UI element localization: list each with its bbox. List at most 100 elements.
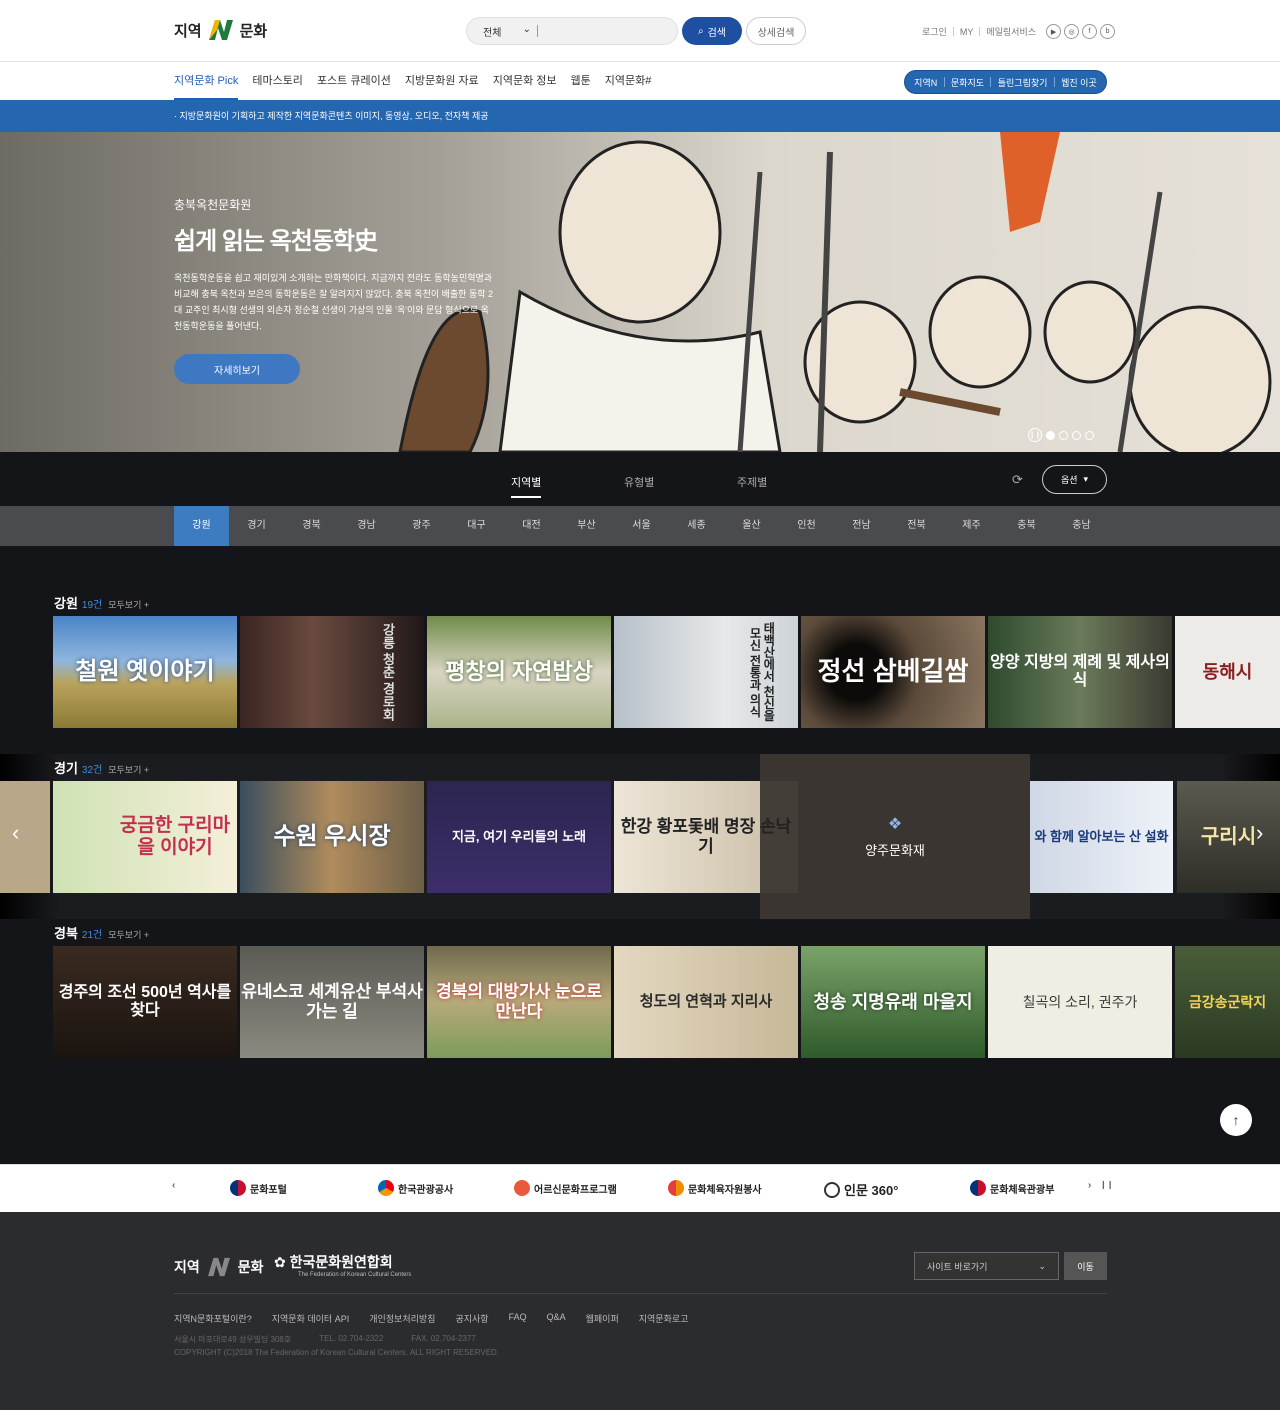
footer-link[interactable]: Q&A (547, 1312, 566, 1325)
content-card[interactable]: 경북의 대방가사 눈으로 만난다 (427, 946, 611, 1058)
content-card[interactable]: 청도의 연혁과 지리사 (614, 946, 798, 1058)
search-scope-select[interactable]: 전체 ⌄ (483, 24, 531, 39)
blog-icon[interactable]: b (1100, 24, 1116, 39)
region-gyeongbuk[interactable]: 경북 (284, 506, 339, 546)
region-jeonbuk[interactable]: 전북 (889, 506, 944, 546)
footer-link[interactable]: 지역N문화포털이란? (174, 1312, 252, 1325)
nav-item-webtoon[interactable]: 웹툰 (571, 62, 591, 100)
hero-detail-button[interactable]: 자세히보기 (174, 354, 300, 384)
option-button[interactable]: 옵션 ▾ (1042, 465, 1107, 494)
region-chungbuk[interactable]: 충북 (999, 506, 1054, 546)
tab-type[interactable]: 유형별 (624, 474, 654, 490)
footer-link[interactable]: 웹페이퍼 (586, 1312, 619, 1325)
advanced-search-button[interactable]: 상세검색 (746, 17, 806, 45)
hero-dot[interactable] (1072, 430, 1081, 440)
mailing-link[interactable]: 메일링서비스 (986, 25, 1036, 38)
partner-link[interactable]: 문화체육관광부 (970, 1180, 1054, 1196)
footer-link[interactable]: 지역문화 데이터 API (272, 1312, 349, 1325)
scroll-top-button[interactable]: ↑ (1220, 1104, 1252, 1136)
quick-link-region-n[interactable]: 지역N (914, 76, 937, 89)
content-card[interactable]: 정선 삼베길쌈 (801, 616, 985, 728)
footer-link[interactable]: 개인정보처리방침 (369, 1312, 435, 1325)
content-card[interactable]: 강릉 청춘 경로회 (240, 616, 424, 728)
footer-link[interactable]: 지역문화로고 (639, 1312, 689, 1325)
content-card[interactable]: 유네스코 세계유산 부석사 가는 길 (240, 946, 424, 1058)
partner-link[interactable]: 한국관광공사 (378, 1180, 453, 1196)
footer-link[interactable]: FAQ (509, 1312, 527, 1325)
region-jeju[interactable]: 제주 (944, 506, 999, 546)
site-go-button[interactable]: 이동 (1064, 1252, 1107, 1280)
region-chungnam[interactable]: 충남 (1054, 506, 1109, 546)
nav-item-hashtag[interactable]: 지역문화# (605, 62, 652, 100)
chevron-right-icon[interactable]: › (1256, 820, 1263, 846)
refresh-icon[interactable]: ⟳ (1012, 472, 1023, 488)
quick-link-webzine[interactable]: 웹진 이곳 (1061, 76, 1097, 89)
content-card[interactable]: 태백산에서 천신을 모신 전통과 의식 (614, 616, 798, 728)
partner-link[interactable]: 어르신문화프로그램 (514, 1180, 617, 1196)
youtube-icon[interactable]: ▶ (1046, 24, 1062, 39)
site-logo[interactable]: 지역 문화 (174, 18, 267, 42)
content-card-hover[interactable]: ❖ 양주문화재 (760, 754, 1030, 919)
region-daejeon[interactable]: 대전 (504, 506, 559, 546)
tab-region[interactable]: 지역별 (511, 474, 542, 498)
pause-icon[interactable]: ❙❙ (1100, 1180, 1113, 1189)
nav-item-culture-center-data[interactable]: 지방문화원 자료 (405, 62, 479, 100)
content-card[interactable]: 궁금한 구리마을 이야기 (53, 781, 237, 893)
region-gyeongnam[interactable]: 경남 (339, 506, 394, 546)
hero-dot[interactable] (1046, 430, 1055, 440)
region-gangwon[interactable]: 강원 (174, 506, 229, 546)
region-incheon[interactable]: 인천 (779, 506, 834, 546)
region-sejong[interactable]: 세종 (669, 506, 724, 546)
my-link[interactable]: MY (960, 27, 974, 37)
nav-item-theme-story[interactable]: 테마스토리 (252, 62, 303, 100)
chevron-left-icon[interactable]: ‹ (172, 1180, 175, 1191)
content-card[interactable]: 칠곡의 소리, 권주가 (988, 946, 1172, 1058)
content-card[interactable]: 경주의 조선 500년 역사를 찾다 (53, 946, 237, 1058)
facebook-icon[interactable]: f (1082, 24, 1098, 39)
region-jeonnam[interactable]: 전남 (834, 506, 889, 546)
hero-dot[interactable] (1059, 430, 1068, 440)
content-card[interactable]: 구리시 (1177, 781, 1280, 893)
view-all-link[interactable]: 모두보기 + (108, 600, 149, 610)
instagram-icon[interactable]: ◎ (1064, 24, 1080, 39)
nav-item-post-curation[interactable]: 포스트 큐레이션 (317, 62, 391, 100)
tab-theme[interactable]: 주제별 (737, 474, 767, 490)
search-input-caret[interactable] (537, 25, 538, 37)
region-ulsan[interactable]: 울산 (724, 506, 779, 546)
content-card[interactable]: 철원 옛이야기 (53, 616, 237, 728)
region-seoul[interactable]: 서울 (614, 506, 669, 546)
content-card[interactable] (0, 781, 50, 893)
view-all-link[interactable]: 모두보기 + (108, 930, 149, 940)
section-count: 19건 (81, 600, 103, 611)
pause-icon[interactable]: ❙❙ (1028, 428, 1042, 442)
nav-item-pick[interactable]: 지역문화 Pick (174, 62, 239, 100)
region-gwangju[interactable]: 광주 (394, 506, 449, 546)
content-card[interactable]: 금강송군락지 (1175, 946, 1280, 1058)
content-card[interactable]: 양양 지방의 제례 및 제사의 식 (988, 616, 1172, 728)
content-card[interactable]: 청송 지명유래 마을지 (801, 946, 985, 1058)
content-card[interactable]: 동해시 (1175, 616, 1280, 728)
content-card[interactable]: 수원 우시장 (240, 781, 424, 893)
footer-link[interactable]: 공지사항 (455, 1312, 488, 1325)
search-button[interactable]: ⌕ 검색 (682, 17, 742, 45)
search-box[interactable]: 전체 ⌄ (466, 17, 678, 45)
partner-link[interactable]: 문화포털 (230, 1180, 287, 1196)
content-card[interactable]: 와 함께 알아보는 산 설화 (1030, 781, 1173, 893)
hero-dot[interactable] (1085, 430, 1094, 440)
hero-banner[interactable]: 충북옥천문화원 쉽게 읽는 옥천동학史 옥천동학운동을 쉽고 재미있게 소개하는… (0, 132, 1280, 452)
login-link[interactable]: 로그인 (922, 25, 947, 38)
quick-link-spot-difference[interactable]: 틀린그림찾기 (998, 76, 1048, 89)
site-shortcut-select[interactable]: 사이트 바로가기 ⌄ (914, 1252, 1059, 1280)
view-all-link[interactable]: 모두보기 + (108, 765, 149, 775)
content-card[interactable]: 평창의 자연밥상 (427, 616, 611, 728)
nav-item-culture-info[interactable]: 지역문화 정보 (493, 62, 557, 100)
quick-link-culture-map[interactable]: 문화지도 (951, 76, 984, 89)
region-gyeonggi[interactable]: 경기 (229, 506, 284, 546)
content-card[interactable]: 지금, 여기 우리들의 노래 (427, 781, 611, 893)
chevron-left-icon[interactable]: ‹ (12, 820, 19, 846)
partner-link[interactable]: 인문 360° (824, 1180, 898, 1199)
region-busan[interactable]: 부산 (559, 506, 614, 546)
chevron-right-icon[interactable]: › (1088, 1180, 1091, 1191)
region-daegu[interactable]: 대구 (449, 506, 504, 546)
partner-link[interactable]: 문화체육자원봉사 (668, 1180, 762, 1196)
